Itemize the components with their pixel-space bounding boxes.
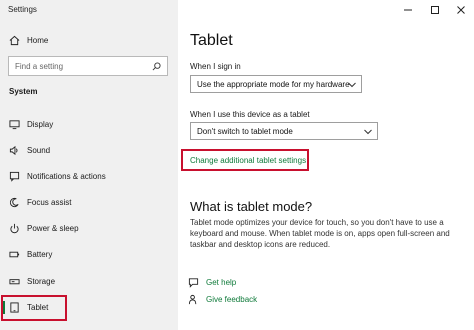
chevron-down-icon [364, 129, 372, 135]
sidebar-item-label: Sound [27, 146, 51, 155]
get-help-link[interactable]: Get help [206, 278, 236, 287]
sidebar-item-label: Display [27, 120, 54, 129]
sidebar-item-battery[interactable]: Battery [0, 246, 178, 264]
give-feedback-link[interactable]: Give feedback [206, 295, 257, 304]
home-icon [9, 35, 20, 46]
search-placeholder: Find a setting [15, 62, 64, 71]
search-icon [152, 62, 161, 71]
highlight-box-link [181, 149, 309, 171]
highlight-box-tablet [1, 295, 67, 321]
search-input[interactable]: Find a setting [8, 56, 168, 76]
page-title: Tablet [190, 32, 233, 49]
sidebar-item-label: Notifications & actions [27, 172, 106, 181]
get-help-icon [188, 278, 199, 288]
power-icon [10, 223, 19, 234]
sidebar-item-home[interactable]: Home [0, 32, 178, 50]
sidebar-item-focus-assist[interactable]: Focus assist [0, 194, 178, 212]
main-content: Tablet When I sign in Use the appropriat… [178, 0, 474, 330]
battery-icon [9, 251, 20, 258]
sidebar: Home Find a setting System Display Sound… [0, 0, 178, 330]
window-title: Settings [8, 5, 37, 14]
sidebar-item-label: Power & sleep [27, 224, 79, 233]
chevron-down-icon [348, 82, 356, 88]
sign-in-dropdown[interactable]: Use the appropriate mode for my hardware [190, 75, 362, 93]
sidebar-section-heading: System [9, 87, 38, 96]
sign-in-label: When I sign in [190, 62, 241, 71]
focus-assist-icon [9, 197, 19, 208]
sidebar-item-storage[interactable]: Storage [0, 273, 178, 291]
tablet-mode-value: Don't switch to tablet mode [197, 127, 293, 136]
sidebar-item-label: Battery [27, 250, 53, 259]
tablet-mode-dropdown[interactable]: Don't switch to tablet mode [190, 122, 378, 140]
sidebar-item-label: Focus assist [27, 198, 72, 207]
sidebar-item-notifications[interactable]: Notifications & actions [0, 168, 178, 186]
storage-icon [9, 279, 20, 285]
sidebar-item-sound[interactable]: Sound [0, 142, 178, 160]
tablet-use-label: When I use this device as a tablet [190, 110, 310, 119]
sidebar-item-display[interactable]: Display [0, 116, 178, 134]
sign-in-value: Use the appropriate mode for my hardware [197, 80, 350, 89]
sidebar-item-power-sleep[interactable]: Power & sleep [0, 220, 178, 238]
sidebar-item-label: Home [27, 36, 49, 45]
display-icon [9, 120, 20, 130]
what-is-tablet-mode-text: Tablet mode optimizes your device for to… [190, 218, 450, 249]
give-feedback-icon [188, 294, 197, 305]
sound-icon [9, 145, 18, 156]
sidebar-item-label: Storage [27, 277, 56, 286]
notifications-icon [9, 171, 20, 182]
what-is-tablet-mode-heading: What is tablet mode? [190, 199, 313, 214]
